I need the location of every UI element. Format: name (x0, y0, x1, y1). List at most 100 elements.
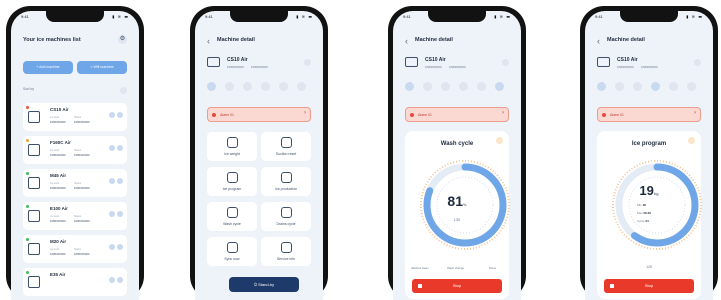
action-tile[interactable]: Ice program (207, 167, 257, 196)
back-icon[interactable]: ‹ (207, 35, 210, 47)
more-icon[interactable] (304, 59, 311, 66)
wifi-icon[interactable] (109, 244, 115, 250)
status-icon[interactable] (441, 82, 450, 91)
action-icon (226, 172, 238, 183)
machine-card[interactable]: CS10 Air Ice level 1080000000 Status 1080000… (23, 103, 127, 131)
wifi-icon[interactable] (109, 277, 115, 283)
stop-label: Stop (452, 283, 462, 288)
more-icon[interactable] (694, 59, 701, 66)
machine-name: CS10 Air (227, 57, 248, 63)
wifi-icon[interactable] (109, 145, 115, 151)
page-title: Your ice machines list (23, 37, 81, 43)
status-icon[interactable] (651, 82, 660, 91)
info-icon[interactable] (117, 211, 123, 217)
action-tile[interactable]: Service info (261, 237, 311, 266)
stop-button[interactable]: Stop (604, 279, 694, 293)
more-icon[interactable] (502, 59, 509, 66)
info-icon[interactable] (117, 112, 123, 118)
back-icon[interactable]: ‹ (405, 35, 408, 47)
info-icon[interactable] (117, 244, 123, 250)
status-icon[interactable] (225, 82, 234, 91)
status-icon[interactable] (261, 82, 270, 91)
machine-card[interactable]: M20 Air Ice level 1080000000 Status 10800000… (23, 235, 127, 263)
info-icon[interactable] (117, 178, 123, 184)
wifi-icon[interactable] (109, 178, 115, 184)
machine-name: E100 Air (50, 206, 68, 211)
alarm-banner[interactable]: Alarm 01 › (207, 107, 311, 122)
info-icon[interactable] (117, 145, 123, 151)
status-icon[interactable] (633, 82, 642, 91)
machine-summary: CS10 Air 1080000000 1080000000 (207, 55, 311, 77)
wash-cycle-card: Wash cycle 81% 130 Washed clean Wash cha… (405, 131, 510, 299)
action-icon (226, 207, 238, 218)
alarm-label: Alarm 01 (220, 112, 235, 117)
machine-stat-value: 1080000000 (74, 219, 90, 223)
action-tile[interactable]: Ice production (261, 167, 311, 196)
status-icon[interactable] (207, 82, 216, 91)
status-icon[interactable] (669, 82, 678, 91)
alarm-label: Alarm 01 (610, 112, 625, 117)
status-icon[interactable] (597, 82, 606, 91)
machine-icon (28, 144, 40, 156)
status-icons: ▮ ≋ ▬ (112, 14, 129, 19)
status-icon[interactable] (423, 82, 432, 91)
machine-icon (597, 57, 610, 67)
settings-icon[interactable]: ⚙ (118, 35, 127, 44)
wifi-machine-button[interactable]: ≡ Wifi machine (77, 61, 127, 74)
status-icon[interactable] (279, 82, 288, 91)
add-machine-button[interactable]: + Add machine (23, 61, 73, 74)
machine-stat-label: Status (74, 149, 82, 152)
machine-stat-value: 1080000000 (74, 186, 90, 190)
status-icon[interactable] (615, 82, 624, 91)
filter-icon[interactable] (120, 87, 127, 94)
status-icons: ▮ ≋ ▬ (296, 14, 313, 19)
machine-card[interactable]: M45 Air Ice level 1080000000 Status 10800000… (23, 169, 127, 197)
machine-stat-label: Ice level (50, 149, 60, 152)
action-tile[interactable]: Wash cycle (207, 202, 257, 231)
info-icon[interactable] (688, 137, 695, 144)
action-tile[interactable]: Ice weight (207, 132, 257, 161)
info-icon[interactable] (496, 137, 503, 144)
ice-value-number: 19 (639, 183, 654, 198)
card-title: Ice program (631, 141, 667, 147)
action-tile[interactable]: Sync now (207, 237, 257, 266)
status-icon[interactable] (405, 82, 414, 91)
wash-value: 81% (405, 193, 509, 209)
status-icon[interactable] (459, 82, 468, 91)
action-icon (280, 137, 292, 148)
status-dot (26, 271, 29, 274)
ice-program-card: Ice program 19kg Min 30 Max 08.30 Cycle 24… (597, 131, 702, 299)
machine-stat-label: Status (74, 116, 82, 119)
alarm-banner[interactable]: Alarm 01 › (405, 107, 509, 122)
machine-stat-label: Ice level (50, 116, 60, 119)
screen-ice-program: 9:41 ▮ ≋ ▬ ‹ Machine detail CS10 Air 108… (585, 11, 713, 300)
action-tile[interactable]: Drains cycle (261, 202, 311, 231)
alarm-banner[interactable]: Alarm 01 › (597, 107, 701, 122)
sort-row: Sort by (23, 87, 127, 95)
wifi-icon[interactable] (109, 112, 115, 118)
info-icon[interactable] (117, 277, 123, 283)
machine-stat-value: 1080000000 (50, 219, 66, 223)
status-icons: ▮ ≋ ▬ (686, 14, 703, 19)
status-icon[interactable] (495, 82, 504, 91)
standby-button[interactable]: ⏻ Stand-by (229, 277, 299, 292)
wifi-icon[interactable] (109, 211, 115, 217)
stop-button[interactable]: Stop (412, 279, 502, 293)
status-icon[interactable] (687, 82, 696, 91)
phone-list: 9:41 ▮ ≋ ▬ Your ice machines list ⚙ + Ad… (6, 6, 144, 300)
action-label: Suction reset (275, 152, 297, 156)
machine-stat: 1080000000 (251, 65, 268, 69)
wash-value-unit: % (463, 202, 467, 207)
machine-card[interactable]: E100 Air Ice level 1080000000 Status 1080000… (23, 202, 127, 230)
status-icon[interactable] (477, 82, 486, 91)
machine-stat: 1080000000 (227, 65, 244, 69)
ice-progress-ring (612, 160, 702, 250)
status-icon[interactable] (243, 82, 252, 91)
back-icon[interactable]: ‹ (597, 35, 600, 47)
status-icon[interactable] (297, 82, 306, 91)
machine-card[interactable]: F160C Air Ice level 1080000000 Status 108000… (23, 136, 127, 164)
action-tile[interactable]: Suction reset (261, 132, 311, 161)
status-icons: ▮ ≋ ▬ (494, 14, 511, 19)
machine-card[interactable]: E35 Air (23, 268, 127, 296)
standby-label: Stand-by (258, 282, 275, 287)
